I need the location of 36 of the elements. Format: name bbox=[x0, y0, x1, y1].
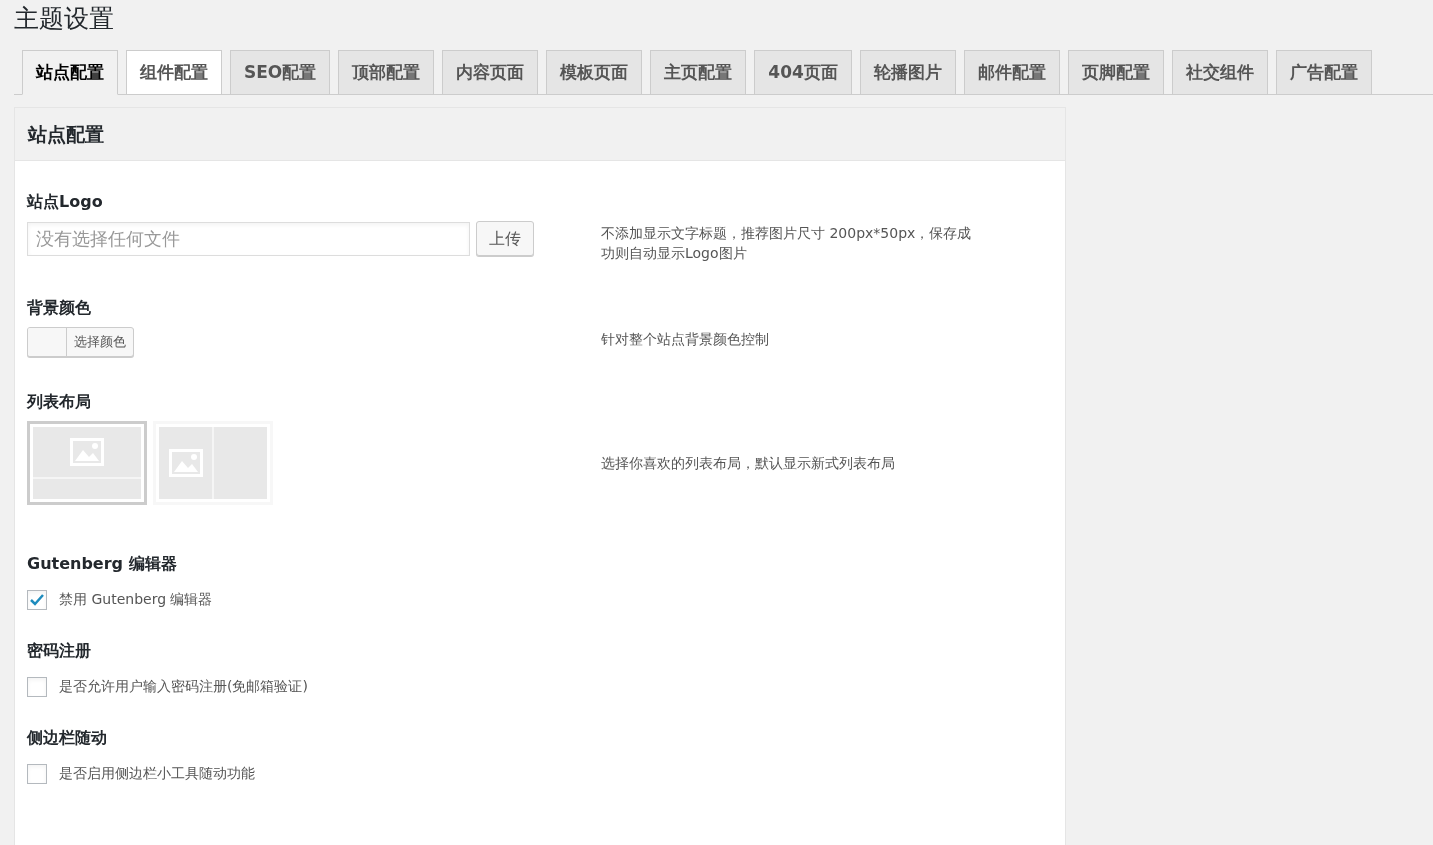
tab[interactable]: 页脚配置 bbox=[1067, 50, 1164, 95]
color-swatch bbox=[28, 328, 67, 356]
setting-label: 背景颜色 bbox=[27, 297, 92, 319]
setting-description: 针对整个站点背景颜色控制 bbox=[601, 330, 770, 349]
tab[interactable]: 顶部配置 bbox=[338, 50, 435, 95]
tab[interactable]: 邮件配置 bbox=[963, 50, 1060, 95]
checkbox-label: 禁用 Gutenberg 编辑器 bbox=[59, 590, 213, 609]
upload-button[interactable]: 上传 bbox=[476, 221, 534, 256]
tab[interactable]: 内容页面 bbox=[442, 50, 539, 95]
checkbox-label: 是否启用侧边栏小工具随动功能 bbox=[59, 764, 255, 783]
tab[interactable]: 组件配置 bbox=[126, 50, 222, 95]
tab[interactable]: 404页面 bbox=[754, 50, 852, 95]
page-title: 主题设置 bbox=[14, 3, 115, 35]
tab[interactable]: 主页配置 bbox=[650, 50, 747, 95]
setting-label: 密码注册 bbox=[27, 640, 92, 662]
checkbox[interactable] bbox=[27, 676, 47, 697]
tab[interactable]: 轮播图片 bbox=[859, 50, 956, 95]
setting-label: 列表布局 bbox=[27, 391, 92, 413]
file-path-field[interactable]: 没有选择任何文件 bbox=[27, 221, 470, 256]
checkmark-icon bbox=[29, 592, 45, 607]
tab[interactable]: 站点配置 bbox=[22, 50, 118, 95]
checkbox[interactable] bbox=[27, 763, 47, 784]
checkbox-label: 是否允许用户输入密码注册(免邮箱验证) bbox=[59, 677, 308, 696]
tab[interactable]: 模板页面 bbox=[546, 50, 643, 95]
setting-label: 侧边栏随动 bbox=[27, 727, 108, 749]
tab[interactable]: 广告配置 bbox=[1275, 50, 1372, 95]
panel-title: 站点配置 bbox=[28, 121, 104, 147]
tab[interactable]: 社交组件 bbox=[1171, 50, 1268, 95]
setting-description: 选择你喜欢的列表布局，默认显示新式列表布局 bbox=[601, 454, 896, 473]
color-picker-button[interactable]: 选择颜色 bbox=[27, 327, 134, 357]
setting-description: 不添加显示文字标题，推荐图片尺寸 200px*50px，保存成功则自动显示Logo图片 bbox=[601, 224, 973, 263]
checkbox[interactable] bbox=[27, 589, 47, 610]
setting-label: 站点Logo bbox=[27, 191, 104, 213]
tab[interactable]: SEO配置 bbox=[230, 50, 331, 95]
setting-label: Gutenberg 编辑器 bbox=[27, 553, 178, 575]
layout-option[interactable] bbox=[27, 421, 147, 505]
